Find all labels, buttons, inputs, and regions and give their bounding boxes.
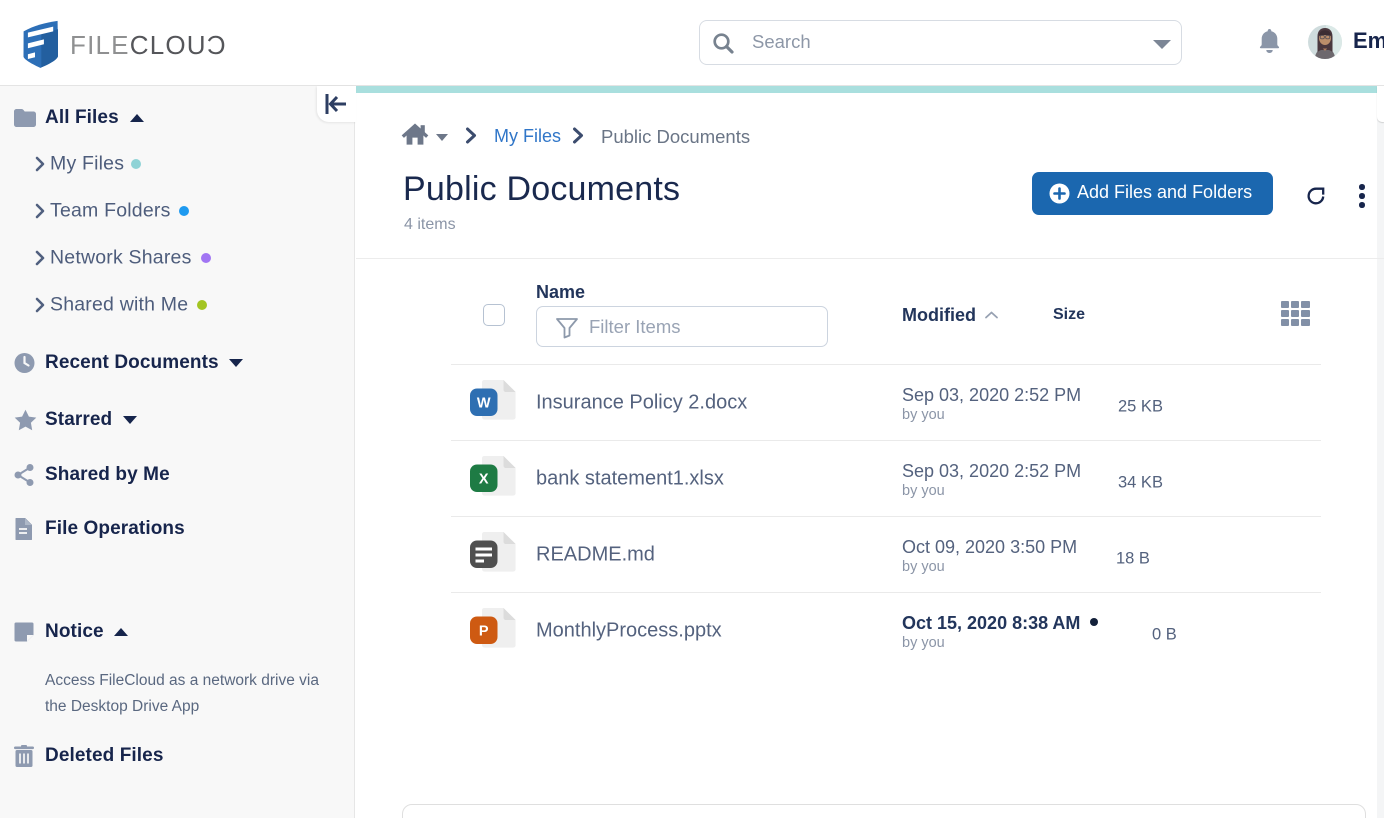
svg-text:W: W — [477, 396, 491, 412]
svg-text:P: P — [479, 624, 489, 640]
svg-text:X: X — [479, 472, 489, 488]
